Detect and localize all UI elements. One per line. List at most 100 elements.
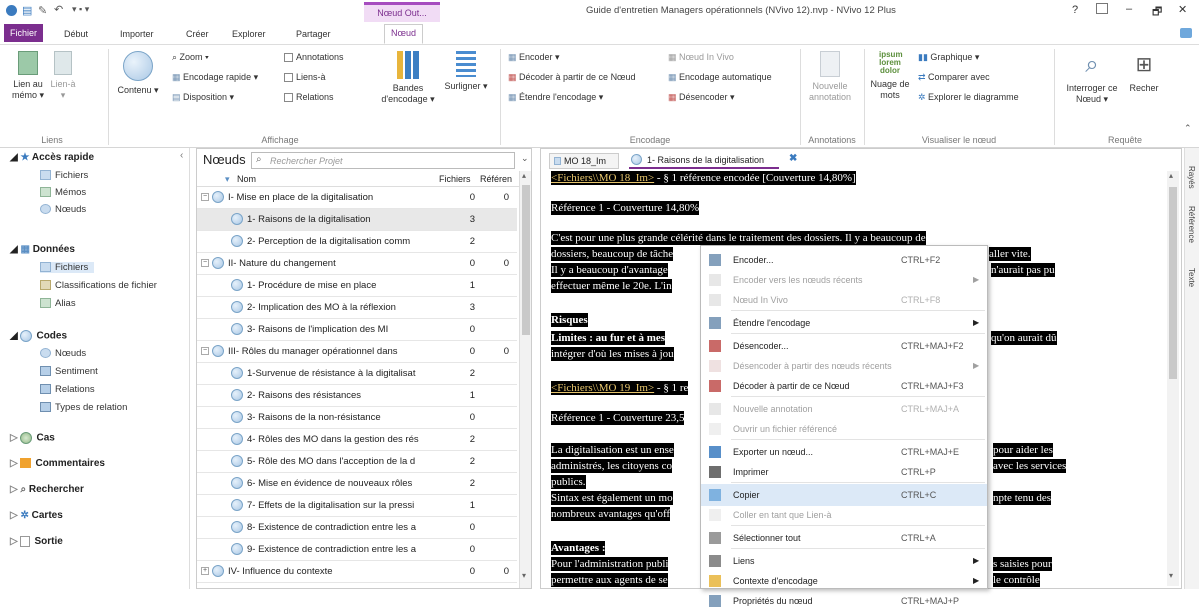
tab-debut[interactable]: Début xyxy=(58,26,94,42)
link-to-button[interactable]: Lien-à ▾ xyxy=(48,51,78,101)
collapse-icon[interactable]: − xyxy=(201,193,209,202)
menu-item[interactable]: Ouvrir un fichier référencé xyxy=(701,418,987,440)
nav-item-relations[interactable]: Relations xyxy=(40,384,95,395)
file-link-1[interactable]: <Fichiers\\MO 18_Im> xyxy=(551,172,654,184)
layout-button[interactable]: ▤ Disposition ▾ xyxy=(172,91,234,103)
nav-group-comments[interactable]: ▷ Commentaires xyxy=(10,458,105,469)
annotations-checkbox[interactable]: Annotations xyxy=(284,51,344,63)
menu-item[interactable]: Encoder... CTRL+F2 xyxy=(701,249,987,271)
table-row[interactable]: 8- Existence de contradiction entre les … xyxy=(197,517,517,539)
tab-explorer[interactable]: Explorer xyxy=(226,26,272,42)
content-button[interactable]: Contenu ▾ xyxy=(116,51,160,96)
nav-group-search[interactable]: ▷ ⌕ Rechercher xyxy=(10,484,84,495)
table-row[interactable]: 9- Existence de contradiction entre les … xyxy=(197,539,517,561)
menu-item[interactable]: Liens ▶ xyxy=(701,550,987,572)
encoder-button[interactable]: ▦ Encoder ▾ xyxy=(508,51,560,63)
collapse-nav-icon[interactable]: ‹ xyxy=(180,150,183,161)
tab-noeud[interactable]: Nœud xyxy=(384,24,424,44)
nav-group-cases[interactable]: ▷ Cas xyxy=(10,432,55,444)
menu-item[interactable]: Décoder à partir de ce Nœud CTRL+MAJ+F3 xyxy=(701,375,987,397)
table-row[interactable]: + IV- Influence du contexte 0 0 xyxy=(197,561,517,583)
nav-group-data[interactable]: ◢ ▦ Données xyxy=(10,244,75,255)
help-button[interactable]: ? xyxy=(1072,4,1078,16)
close-tab-icon[interactable]: ✖ xyxy=(789,153,797,164)
menu-item[interactable]: Encoder vers les nœuds récents ▶ xyxy=(701,269,987,291)
chart-button[interactable]: ▮▮ Graphique ▾ xyxy=(918,51,979,63)
menu-item[interactable]: Désencoder à partir des nœuds récents ▶ xyxy=(701,355,987,377)
relations-checkbox[interactable]: Relations xyxy=(284,91,334,103)
coding-stripes-button[interactable]: Bandes d'encodage ▾ xyxy=(380,51,436,105)
tab-creer[interactable]: Créer xyxy=(180,26,215,42)
menu-item[interactable]: Nœud In Vivo CTRL+F8 xyxy=(701,289,987,311)
collapse-icon[interactable]: − xyxy=(201,347,209,356)
ribbon-display-button[interactable] xyxy=(1096,3,1108,14)
menu-item[interactable]: Nouvelle annotation CTRL+MAJ+A xyxy=(701,398,987,420)
query-node-button[interactable]: ⌕ Interroger ce Nœud ▾ xyxy=(1062,51,1122,105)
doc-tab-node[interactable]: 1- Raisons de la digitalisation xyxy=(629,153,779,169)
doc-scrollbar[interactable]: ▴ ▾ xyxy=(1167,171,1179,586)
menu-item[interactable]: Étendre l'encodage ▶ xyxy=(701,312,987,334)
nav-group-output[interactable]: ▷ Sortie xyxy=(10,536,63,547)
menu-item[interactable]: Désencoder... CTRL+MAJ+F2 xyxy=(701,335,987,357)
expand-icon[interactable]: + xyxy=(201,567,209,576)
table-row[interactable]: 7- Effets de la digitalisation sur la pr… xyxy=(197,495,517,517)
col-fichiers[interactable]: Fichiers xyxy=(439,171,471,187)
table-row[interactable]: 2- Raisons des résistances 1 xyxy=(197,385,517,407)
highlight-button[interactable]: Surligner ▾ xyxy=(442,51,490,92)
table-row[interactable]: − II- Nature du changement 0 0 xyxy=(197,253,517,275)
nav-item-files[interactable]: Fichiers xyxy=(40,170,88,181)
table-row[interactable]: 2- Implication des MO à la réflexion 3 xyxy=(197,297,517,319)
table-row[interactable]: 1- Procédure de mise en place 1 xyxy=(197,275,517,297)
table-row[interactable]: 4- Rôles des MO dans la gestion des rés 2 xyxy=(197,429,517,451)
nav-item-code-nodes[interactable]: Nœuds xyxy=(40,348,86,359)
in-vivo-button[interactable]: ▦ Nœud In Vivo xyxy=(668,51,734,63)
quick-coding-button[interactable]: ▦ Encodage rapide ▾ xyxy=(172,71,258,83)
minimize-button[interactable]: – xyxy=(1126,3,1132,15)
col-references[interactable]: Référen xyxy=(480,171,512,187)
menu-item[interactable]: Imprimer CTRL+P xyxy=(701,461,987,483)
nav-item-data-files[interactable]: Fichiers xyxy=(40,262,95,273)
menu-item[interactable]: Copier CTRL+C xyxy=(701,484,987,506)
auto-coding-button[interactable]: ▦ Encodage automatique xyxy=(668,71,772,83)
nav-item-memos[interactable]: Mémos xyxy=(40,187,86,198)
undo-icon[interactable]: ↶ xyxy=(54,3,63,16)
edit-icon[interactable]: ✎ xyxy=(38,4,47,17)
search-dropdown-icon[interactable]: ⌄ xyxy=(521,153,529,164)
side-tab-texte[interactable]: Texte xyxy=(1187,268,1196,287)
doc-tab-file[interactable]: MO 18_Im xyxy=(549,153,619,169)
table-row[interactable]: 6- Mise en évidence de nouveaux rôles 2 xyxy=(197,473,517,495)
nav-group-maps[interactable]: ▷ ✲ Cartes xyxy=(10,510,63,521)
menu-item[interactable]: Sélectionner tout CTRL+A xyxy=(701,527,987,549)
nav-item-sentiment[interactable]: Sentiment xyxy=(40,366,98,377)
menu-item[interactable]: Propriétés du nœud CTRL+MAJ+P xyxy=(701,590,987,612)
zoom-button[interactable]: ⌕ Zoom ▾ xyxy=(172,51,209,63)
table-row[interactable]: 1- Raisons de la digitalisation 3 xyxy=(197,209,517,231)
table-row[interactable]: 5- Rôle des MO dans l'acception de la d 2 xyxy=(197,451,517,473)
scrollbar[interactable]: ▴ ▾ xyxy=(519,171,531,588)
nav-item-nodes[interactable]: Nœuds xyxy=(40,204,86,215)
tab-importer[interactable]: Importer xyxy=(114,26,160,42)
save-icon[interactable]: ▤ xyxy=(22,4,32,17)
search-input[interactable]: ⌕ Rechercher Projet xyxy=(251,152,515,169)
extend-coding-button[interactable]: ▦ Étendre l'encodage ▾ xyxy=(508,91,603,103)
collapse-icon[interactable]: − xyxy=(201,259,209,268)
col-nom[interactable]: Nom xyxy=(237,171,256,187)
collapse-ribbon-icon[interactable] xyxy=(1180,28,1192,38)
file-link-2[interactable]: <Fichiers\\MO 19_Im> xyxy=(551,382,654,394)
search-button[interactable]: ⊞ Recher xyxy=(1124,51,1164,94)
word-cloud-button[interactable]: ipsum lorem dolor Nuage de mots xyxy=(870,51,910,101)
table-row[interactable]: 2- Perception de la digitalisation comm 2 xyxy=(197,231,517,253)
nav-group-codes[interactable]: ◢ Codes xyxy=(10,330,67,342)
tab-partager[interactable]: Partager xyxy=(290,26,337,42)
compare-button[interactable]: ⇄ Comparer avec xyxy=(918,71,990,83)
links-to-checkbox[interactable]: Liens-à xyxy=(284,71,326,83)
uncode-button[interactable]: ▦ Désencoder ▾ xyxy=(668,91,735,103)
menu-item[interactable]: Exporter un nœud... CTRL+MAJ+E xyxy=(701,441,987,463)
table-row[interactable]: 3- Raisons de l'implication des MI 0 xyxy=(197,319,517,341)
table-row[interactable]: 1-Survenue de résistance à la digitalisa… xyxy=(197,363,517,385)
tab-fichier[interactable]: Fichier xyxy=(4,24,44,42)
menu-item[interactable]: Coller en tant que Lien-à xyxy=(701,504,987,526)
close-button[interactable]: ✕ xyxy=(1178,3,1187,16)
nav-item-relation-types[interactable]: Types de relation xyxy=(40,402,127,413)
maximize-button[interactable]: 🗗 xyxy=(1152,3,1162,22)
